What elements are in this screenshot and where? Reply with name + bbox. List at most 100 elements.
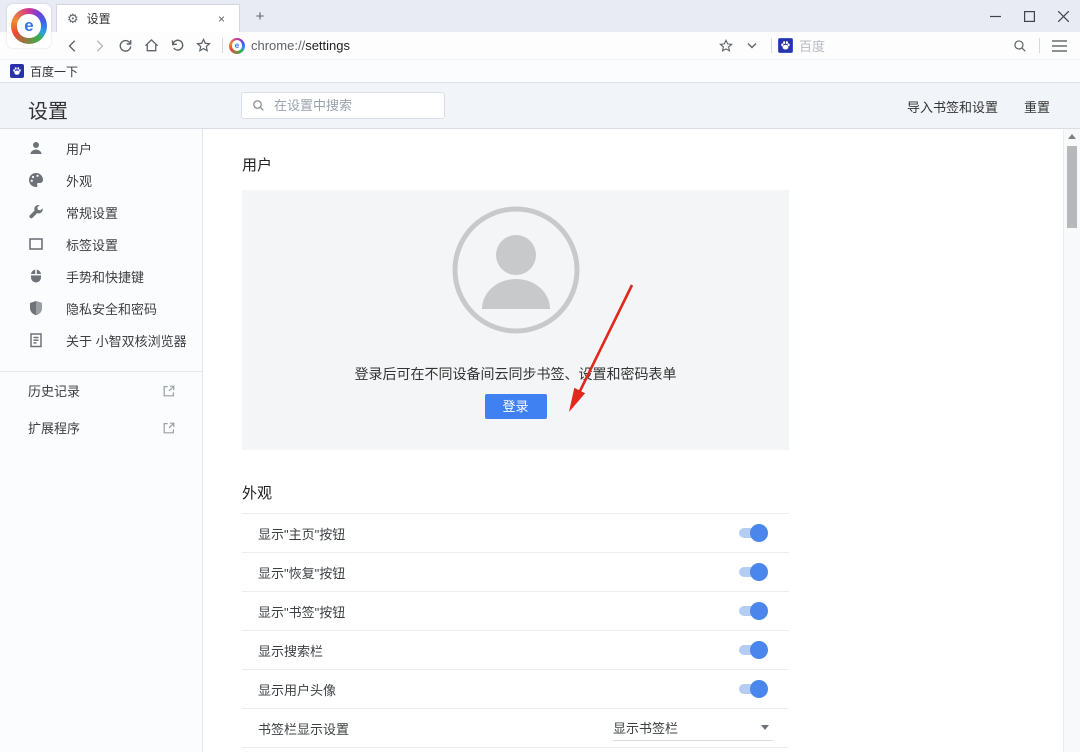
titlebar: ⚙ 设置 × + bbox=[0, 0, 1080, 32]
address-bar[interactable]: chrome://settings bbox=[229, 38, 350, 54]
setting-row-show-restore-button: 显示"恢复"按钮 bbox=[242, 553, 789, 592]
sidebar-item-label: 关于 小智双核浏览器 bbox=[66, 331, 187, 350]
sidebar-item-label: 隐私安全和密码 bbox=[66, 299, 157, 318]
sidebar-item-gestures[interactable]: 手势和快捷键 bbox=[0, 260, 202, 292]
setting-label: 显示"恢复"按钮 bbox=[258, 563, 345, 582]
menu-icon[interactable] bbox=[1046, 35, 1072, 57]
search-icon bbox=[252, 99, 265, 112]
scrollbar-up-button[interactable] bbox=[1064, 129, 1080, 144]
login-button[interactable]: 登录 bbox=[485, 394, 547, 419]
user-card: 登录后可在不同设备间云同步书签、设置和密码表单 登录 bbox=[242, 190, 789, 450]
sidebar-item-label: 常规设置 bbox=[66, 203, 118, 222]
toolbar-separator bbox=[222, 38, 223, 53]
header-actions: 导入书签和设置 重置 bbox=[907, 83, 1050, 129]
sidebar-link-history[interactable]: 历史记录 bbox=[0, 372, 202, 409]
settings-content: 用户 登录后可在不同设备间云同步书签、设置和密码表单 登录 外观 显示"主页"按… bbox=[203, 129, 1063, 752]
toolbar-separator bbox=[1039, 38, 1040, 53]
settings-search-input[interactable] bbox=[274, 98, 424, 113]
bookmarks-bar: 百度一下 bbox=[0, 60, 1080, 83]
select-value: 显示书签栏 bbox=[613, 718, 761, 737]
browser-logo-icon bbox=[11, 8, 47, 44]
undo-icon[interactable] bbox=[164, 35, 190, 57]
palette-icon bbox=[28, 172, 44, 188]
bookmark-baidu[interactable]: 百度一下 bbox=[10, 63, 78, 80]
window-controls bbox=[978, 0, 1080, 32]
setting-row-show-bookmark-button: 显示"书签"按钮 bbox=[242, 592, 789, 631]
navigation-toolbar: chrome://settings 百度 bbox=[0, 32, 1080, 60]
tab-icon bbox=[28, 236, 44, 252]
sidebar-item-general[interactable]: 常规设置 bbox=[0, 196, 202, 228]
setting-label: 显示"主页"按钮 bbox=[258, 524, 345, 543]
about-icon bbox=[28, 332, 44, 348]
star-icon[interactable] bbox=[713, 35, 739, 57]
bookmark-star-icon[interactable] bbox=[190, 35, 216, 57]
quick-search-input[interactable]: 百度 bbox=[799, 36, 825, 55]
setting-label: 显示搜索栏 bbox=[258, 641, 323, 660]
close-button[interactable] bbox=[1046, 0, 1080, 32]
bookmark-bar-display-select[interactable]: 显示书签栏 bbox=[613, 715, 773, 741]
sidebar-item-tabs[interactable]: 标签设置 bbox=[0, 228, 202, 260]
toolbar-right-cluster: 百度 bbox=[713, 35, 1072, 57]
toggle-show-avatar[interactable] bbox=[739, 684, 765, 694]
baidu-search-icon bbox=[778, 38, 793, 53]
scrollbar[interactable] bbox=[1063, 129, 1080, 752]
bookmark-label: 百度一下 bbox=[30, 63, 78, 80]
shield-icon bbox=[28, 300, 44, 316]
main-area: 用户 外观 常规设置 标签设置 手势和快捷键 隐私安全和密码 关于 小智双核浏览… bbox=[0, 129, 1080, 752]
toolbar-menu-cluster bbox=[1007, 35, 1072, 57]
sidebar-item-label: 手势和快捷键 bbox=[66, 267, 144, 286]
back-button[interactable] bbox=[60, 35, 86, 57]
sidebar-item-label: 外观 bbox=[66, 171, 92, 190]
settings-search-box[interactable] bbox=[241, 92, 445, 119]
toggle-show-home-button[interactable] bbox=[739, 528, 765, 538]
minimize-button[interactable] bbox=[978, 0, 1012, 32]
gear-icon: ⚙ bbox=[67, 12, 79, 25]
site-favicon bbox=[229, 38, 245, 54]
import-bookmarks-button[interactable]: 导入书签和设置 bbox=[907, 97, 998, 116]
scrollbar-thumb[interactable] bbox=[1067, 146, 1077, 228]
url-text[interactable]: chrome://settings bbox=[251, 38, 350, 53]
setting-label: 显示用户头像 bbox=[258, 680, 336, 699]
new-tab-button[interactable]: + bbox=[250, 8, 270, 26]
reset-button[interactable]: 重置 bbox=[1024, 97, 1050, 116]
maximize-button[interactable] bbox=[1012, 0, 1046, 32]
search-icon[interactable] bbox=[1007, 35, 1033, 57]
chevron-down-icon[interactable] bbox=[739, 35, 765, 57]
sidebar-link-extensions[interactable]: 扩展程序 bbox=[0, 409, 202, 446]
mouse-icon bbox=[28, 268, 44, 284]
sidebar-item-about[interactable]: 关于 小智双核浏览器 bbox=[0, 324, 202, 356]
reload-icon[interactable] bbox=[112, 35, 138, 57]
baidu-favicon bbox=[10, 64, 24, 78]
appearance-card: 显示"主页"按钮 显示"恢复"按钮 显示"书签"按钮 显示搜索栏 显示用户头像 … bbox=[242, 513, 789, 748]
setting-label: 显示"书签"按钮 bbox=[258, 602, 345, 621]
sidebar-item-label: 标签设置 bbox=[66, 235, 118, 254]
tab-title: 设置 bbox=[87, 10, 214, 27]
avatar bbox=[452, 206, 580, 334]
wrench-icon bbox=[28, 204, 44, 220]
setting-row-show-avatar: 显示用户头像 bbox=[242, 670, 789, 709]
appearance-section-heading: 外观 bbox=[242, 482, 1063, 503]
user-section-heading: 用户 bbox=[242, 154, 1063, 175]
sidebar-item-user[interactable]: 用户 bbox=[0, 132, 202, 164]
user-icon bbox=[28, 140, 44, 156]
tab-settings[interactable]: ⚙ 设置 × bbox=[56, 4, 240, 32]
toggle-show-restore-button[interactable] bbox=[739, 567, 765, 577]
toggle-show-search-bar[interactable] bbox=[739, 645, 765, 655]
sidebar-link-label: 扩展程序 bbox=[28, 418, 162, 437]
sidebar-item-appearance[interactable]: 外观 bbox=[0, 164, 202, 196]
browser-logo bbox=[7, 4, 51, 48]
toolbar-separator bbox=[771, 38, 772, 53]
toggle-show-bookmark-button[interactable] bbox=[739, 606, 765, 616]
url-scheme: chrome:// bbox=[251, 38, 305, 53]
home-button[interactable] bbox=[138, 35, 164, 57]
caret-down-icon bbox=[761, 725, 769, 730]
tab-close-icon[interactable]: × bbox=[214, 10, 229, 28]
sync-hint-text: 登录后可在不同设备间云同步书签、设置和密码表单 bbox=[242, 364, 789, 384]
settings-sidebar: 用户 外观 常规设置 标签设置 手势和快捷键 隐私安全和密码 关于 小智双核浏览… bbox=[0, 129, 203, 752]
setting-row-show-home-button: 显示"主页"按钮 bbox=[242, 514, 789, 553]
forward-button[interactable] bbox=[86, 35, 112, 57]
sidebar-item-label: 用户 bbox=[66, 139, 92, 158]
setting-row-show-search-bar: 显示搜索栏 bbox=[242, 631, 789, 670]
sidebar-item-privacy[interactable]: 隐私安全和密码 bbox=[0, 292, 202, 324]
settings-header: 设置 导入书签和设置 重置 bbox=[0, 83, 1080, 129]
